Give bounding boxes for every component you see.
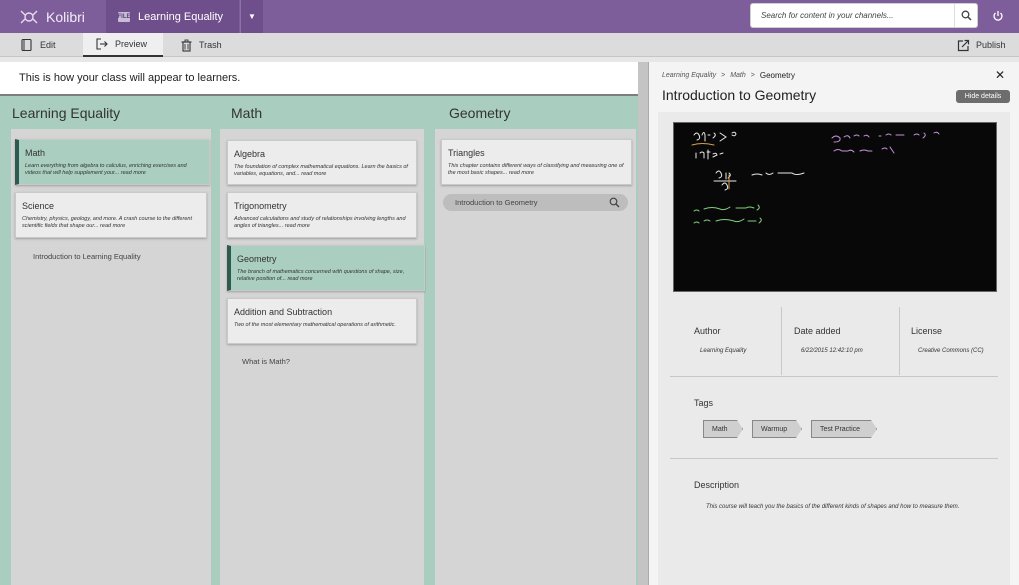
content-item-what-is-math[interactable]: What is Math? xyxy=(242,357,290,366)
license-section: License Creative Commons (CC) xyxy=(900,307,1000,375)
logout-button[interactable] xyxy=(988,6,1008,26)
hide-details-button[interactable]: Hide details xyxy=(956,90,1010,103)
license-label: License xyxy=(911,326,943,336)
channel-name: Learning Equality xyxy=(138,10,224,23)
topic-card-algebra[interactable]: Algebra The foundation of complex mathem… xyxy=(227,140,417,185)
edit-label: Edit xyxy=(40,40,56,50)
card-description: Two of the most elementary mathematical … xyxy=(234,322,396,328)
app-name: Kolibri xyxy=(46,9,85,25)
preview-label: Preview xyxy=(115,39,148,49)
publish-icon xyxy=(957,39,970,51)
tags-label: Tags xyxy=(694,398,714,408)
channel-selector[interactable]: FILE Learning Equality xyxy=(106,0,239,33)
breadcrumb: Learning Equality > Math > Geometry xyxy=(662,71,800,80)
preview-tab[interactable]: Preview xyxy=(83,33,163,57)
content-item-label: Introduction to Geometry xyxy=(455,198,538,207)
breadcrumb-item[interactable]: Math xyxy=(730,72,746,79)
edit-tab[interactable]: Edit xyxy=(20,33,56,57)
search-input[interactable] xyxy=(751,4,951,27)
card-title: Math xyxy=(25,148,46,158)
description-label: Description xyxy=(694,480,740,490)
license-value: Creative Commons (CC) xyxy=(918,348,984,354)
author-label: Author xyxy=(694,326,721,336)
topic-card-triangles[interactable]: Triangles This chapter contains differen… xyxy=(441,139,632,185)
topic-card-geometry[interactable]: Geometry The branch of mathematics conce… xyxy=(227,245,425,291)
search-icon xyxy=(609,197,620,208)
card-description: Learn everything from algebra to calculu… xyxy=(25,163,187,176)
content-item-introduction-to-learning-equality[interactable]: Introduction to Learning Equality xyxy=(33,252,141,261)
chevron-down-icon: ▼ xyxy=(248,12,256,21)
power-icon xyxy=(993,11,1003,21)
toolbar: Edit Preview Trash Publish xyxy=(0,33,1019,57)
channel-dropdown-button[interactable]: ▼ xyxy=(240,0,263,33)
column-title: Learning Equality xyxy=(12,105,121,121)
top-bar: Kolibri FILE Learning Equality ▼ xyxy=(0,0,1019,33)
topic-card-math[interactable]: Math Learn everything from algebra to ca… xyxy=(15,139,210,185)
card-title: Science xyxy=(22,201,55,211)
topic-card-trigonometry[interactable]: Trigonometry Advanced calculations and s… xyxy=(227,192,417,238)
column-title: Math xyxy=(231,105,263,121)
details-panel: Learning Equality > Math > Geometry ✕ In… xyxy=(648,62,1019,585)
content-item-introduction-to-geometry[interactable]: Introduction to Geometry xyxy=(443,194,628,211)
preview-icon xyxy=(96,38,108,50)
card-title: Algebra xyxy=(234,149,266,159)
search-button[interactable] xyxy=(954,4,977,27)
author-value: Learning Equality xyxy=(700,348,747,354)
divider-line xyxy=(670,376,998,377)
tag[interactable]: Warmup xyxy=(752,420,802,438)
video-player[interactable] xyxy=(673,122,997,292)
card-description: This chapter contains different ways of … xyxy=(448,163,624,176)
publish-label: Publish xyxy=(976,40,1006,50)
preview-banner-text: This is how your class will appear to le… xyxy=(19,72,241,84)
card-description: The branch of mathematics concerned with… xyxy=(237,269,405,282)
tag[interactable]: Test Practice xyxy=(811,420,877,438)
date-label: Date added xyxy=(794,326,841,336)
breadcrumb-separator: > xyxy=(750,72,755,79)
tag[interactable]: Math xyxy=(703,420,743,438)
card-title: Trigonometry xyxy=(234,201,287,211)
trash-tab[interactable]: Trash xyxy=(180,33,222,57)
details-title: Introduction to Geometry xyxy=(662,87,817,103)
video-frame xyxy=(691,131,940,224)
trash-label: Trash xyxy=(199,40,222,50)
topic-card-addition-and-subtraction[interactable]: Addition and Subtraction Two of the most… xyxy=(227,298,417,344)
card-description: Chemistry, physics, geology, and more. A… xyxy=(22,216,192,229)
breadcrumb-current: Geometry xyxy=(759,71,795,80)
description-text: This course will teach you the basics of… xyxy=(706,504,960,510)
panel-divider[interactable] xyxy=(638,62,648,585)
topic-card-science[interactable]: Science Chemistry, physics, geology, and… xyxy=(15,192,207,238)
author-section: Author Learning Equality xyxy=(670,307,780,375)
preview-banner: This is how your class will appear to le… xyxy=(0,62,638,96)
column-gap xyxy=(426,96,435,585)
card-description: The foundation of complex mathematical e… xyxy=(234,164,408,177)
card-description: Advanced calculations and study of relat… xyxy=(234,216,406,229)
column-title: Geometry xyxy=(449,105,511,121)
card-title: Triangles xyxy=(448,148,485,158)
date-section: Date added 6/22/2015 12:42:10 pm xyxy=(782,307,899,375)
publish-button[interactable]: Publish xyxy=(957,33,1006,57)
divider-line xyxy=(670,458,998,459)
card-title: Geometry xyxy=(237,254,277,264)
date-value: 6/22/2015 12:42:10 pm xyxy=(801,348,863,354)
edit-icon xyxy=(21,38,32,52)
breadcrumb-separator: > xyxy=(721,72,726,79)
channel-badge: FILE xyxy=(117,11,131,22)
column-gap xyxy=(211,96,220,585)
search-box xyxy=(750,3,978,28)
search-icon xyxy=(961,10,972,21)
close-icon[interactable]: ✕ xyxy=(993,68,1007,82)
card-title: Addition and Subtraction xyxy=(234,307,333,317)
trash-icon xyxy=(181,39,192,52)
breadcrumb-item[interactable]: Learning Equality xyxy=(662,72,716,79)
kolibri-logo-icon xyxy=(20,10,38,24)
app-brand[interactable]: Kolibri xyxy=(18,6,85,28)
